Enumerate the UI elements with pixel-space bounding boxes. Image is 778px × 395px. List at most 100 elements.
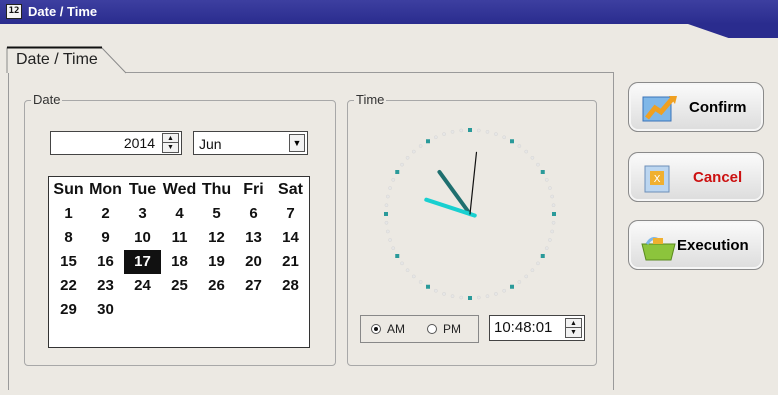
- cancel-button[interactable]: X Cancel: [628, 152, 764, 202]
- calendar-day[interactable]: 24: [124, 274, 161, 298]
- calendar-day[interactable]: 15: [50, 250, 87, 274]
- calendar-day[interactable]: 3: [124, 202, 161, 226]
- minute-tick: [502, 288, 506, 293]
- tab-label: Date / Time: [16, 51, 98, 68]
- hour-tick: [384, 212, 388, 216]
- hour-tick: [510, 284, 514, 289]
- calendar-day[interactable]: 22: [50, 274, 87, 298]
- time-group-label: Time: [354, 92, 387, 107]
- confirm-button[interactable]: Confirm: [628, 82, 764, 132]
- minute-tick: [494, 292, 498, 296]
- pm-radio[interactable]: [427, 324, 437, 334]
- hour-tick: [510, 139, 514, 144]
- weekday-header: Wed: [162, 181, 197, 198]
- weekday-header: Tue: [128, 181, 157, 198]
- minute-tick: [418, 144, 423, 148]
- minute-tick: [544, 178, 549, 182]
- weekday-header: Sun: [53, 181, 84, 198]
- tab-date-time[interactable]: Date / Time: [6, 46, 127, 74]
- minute-tick: [502, 135, 506, 140]
- calendar-clock-icon: 12: [6, 4, 22, 19]
- minute-tick: [388, 238, 392, 242]
- calendar-day[interactable]: 25: [161, 274, 198, 298]
- second-hand: [469, 151, 478, 215]
- minute-tick: [517, 144, 522, 148]
- calendar-day[interactable]: 9: [87, 226, 124, 250]
- svg-text:X: X: [654, 174, 661, 185]
- minute-tick: [434, 135, 438, 140]
- weekday-header: Fri: [243, 181, 264, 198]
- hour-tick: [468, 128, 472, 132]
- time-down-arrow-icon[interactable]: ▼: [566, 328, 581, 337]
- minute-tick: [544, 246, 549, 250]
- title-bar-tail: [688, 24, 778, 38]
- minute-tick: [530, 155, 535, 160]
- calendar-day-selected[interactable]: 17: [124, 250, 161, 274]
- time-spinner[interactable]: 10:48:01 ▲ ▼: [489, 315, 585, 341]
- calendar-day[interactable]: 16: [87, 250, 124, 274]
- calendar-day[interactable]: 21: [272, 250, 309, 274]
- year-spinner[interactable]: 2014 ▲ ▼: [50, 131, 182, 155]
- calendar-day[interactable]: 23: [87, 274, 124, 298]
- month-dropdown[interactable]: Jun ▼: [193, 131, 308, 155]
- execution-icon: [641, 237, 676, 261]
- time-up-arrow-icon[interactable]: ▲: [566, 319, 581, 328]
- hour-tick: [395, 254, 400, 258]
- year-down-arrow-icon[interactable]: ▼: [163, 143, 178, 152]
- minute-tick: [551, 203, 556, 208]
- calendar-day[interactable]: 2: [87, 202, 124, 226]
- calendar-day[interactable]: 11: [161, 226, 198, 250]
- title-bar: 12 Date / Time: [0, 0, 778, 38]
- cancel-icon: X: [644, 165, 670, 193]
- minute-tick: [536, 261, 540, 266]
- minute-tick: [494, 132, 498, 136]
- calendar-day[interactable]: 7: [272, 202, 309, 226]
- am-label: AM: [387, 322, 405, 336]
- minute-tick: [517, 280, 522, 284]
- calendar-day[interactable]: 27: [235, 274, 272, 298]
- minute-tick: [400, 162, 404, 167]
- minute-tick: [548, 238, 552, 242]
- calendar-day[interactable]: 10: [124, 226, 161, 250]
- minute-tick: [405, 268, 410, 273]
- time-stepper[interactable]: ▲ ▼: [565, 318, 582, 338]
- analog-clock: [384, 128, 556, 300]
- execution-button[interactable]: Execution: [628, 220, 764, 270]
- calendar-day[interactable]: 29: [50, 298, 87, 322]
- chevron-down-icon[interactable]: ▼: [289, 134, 305, 152]
- date-group-label: Date: [31, 92, 63, 107]
- calendar-day[interactable]: 6: [235, 202, 272, 226]
- year-value: 2014: [123, 135, 155, 151]
- minute-tick: [405, 155, 410, 160]
- calendar-day[interactable]: 19: [198, 250, 235, 274]
- calendar-day[interactable]: 30: [87, 298, 124, 322]
- minute-tick: [391, 246, 396, 250]
- calendar-day[interactable]: 28: [272, 274, 309, 298]
- pm-label: PM: [443, 322, 461, 336]
- minute-tick: [386, 229, 390, 234]
- minute-tick: [450, 294, 455, 298]
- minute-tick: [548, 186, 552, 190]
- weekday-header: Thu: [201, 181, 232, 198]
- minute-tick: [434, 288, 438, 293]
- date-time-window: 12 Date / Time Date / Time Date 2014 ▲ ▼…: [0, 0, 778, 395]
- weekday-header: Mon: [89, 181, 122, 198]
- am-radio[interactable]: [371, 324, 381, 334]
- calendar-day[interactable]: 1: [50, 202, 87, 226]
- calendar-day[interactable]: 4: [161, 202, 198, 226]
- calendar-day[interactable]: 8: [50, 226, 87, 250]
- minute-tick: [411, 149, 416, 154]
- minute-tick: [442, 132, 446, 136]
- calendar-day[interactable]: 13: [235, 226, 272, 250]
- calendar-day[interactable]: 20: [235, 250, 272, 274]
- calendar-day[interactable]: 18: [161, 250, 198, 274]
- calendar-day[interactable]: 12: [198, 226, 235, 250]
- calendar-day[interactable]: 5: [198, 202, 235, 226]
- calendar-day[interactable]: 14: [272, 226, 309, 250]
- minute-tick: [551, 220, 556, 225]
- year-stepper[interactable]: ▲ ▼: [162, 133, 179, 153]
- calendar-day[interactable]: 26: [198, 274, 235, 298]
- hour-tick: [395, 170, 400, 174]
- year-up-arrow-icon[interactable]: ▲: [163, 134, 178, 143]
- minute-tick: [386, 194, 390, 199]
